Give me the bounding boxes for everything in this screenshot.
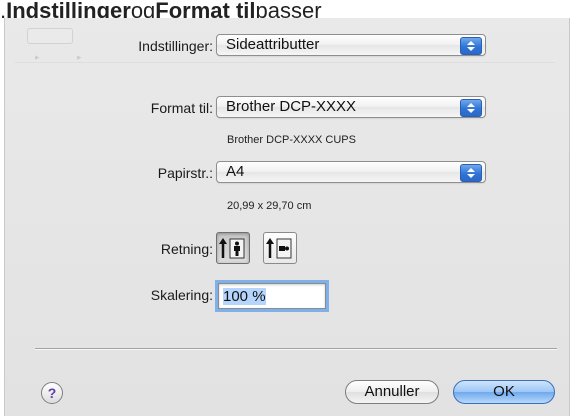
portrait-orientation-icon — [219, 238, 245, 259]
printer-description: Brother DCP-XXXX CUPS — [227, 134, 356, 146]
paper-size-popup-value: A4 — [226, 163, 245, 180]
scale-input-value: 100 % — [223, 288, 266, 305]
paper-size-label: Papirstr.: — [157, 165, 213, 181]
orientation-portrait-button[interactable] — [216, 232, 250, 264]
ok-button[interactable]: OK — [453, 380, 555, 404]
instruction-fragment: , Indstillinger og Format til passer — [0, 0, 322, 18]
popup-stepper-icon — [460, 99, 482, 117]
scale-input[interactable]: 100 % — [218, 283, 326, 309]
popup-stepper-icon — [460, 37, 482, 55]
landscape-orientation-icon — [266, 238, 292, 259]
orientation-landscape-button[interactable] — [263, 232, 297, 264]
scale-label: Skalering: — [150, 287, 213, 303]
page-setup-sheet: ▸ ▸ Indstillinger: Sideattributter Forma… — [4, 18, 570, 416]
format-for-popup[interactable]: Brother DCP-XXXX — [216, 96, 486, 118]
orientation-label: Retning: — [160, 241, 213, 257]
format-for-popup-value: Brother DCP-XXXX — [226, 98, 357, 115]
format-for-label: Format til: — [150, 100, 213, 116]
ghost-ruler-line — [15, 62, 555, 63]
settings-label: Indstillinger: — [138, 38, 213, 54]
footer-divider — [35, 348, 557, 349]
paper-dimensions: 20,99 x 29,70 cm — [227, 200, 312, 212]
paper-size-popup[interactable]: A4 — [216, 161, 486, 183]
cancel-button[interactable]: Annuller — [345, 380, 439, 404]
help-button[interactable]: ? — [41, 382, 63, 404]
settings-popup[interactable]: Sideattributter — [216, 34, 486, 56]
settings-popup-value: Sideattributter — [226, 36, 320, 53]
popup-stepper-icon — [460, 164, 482, 182]
